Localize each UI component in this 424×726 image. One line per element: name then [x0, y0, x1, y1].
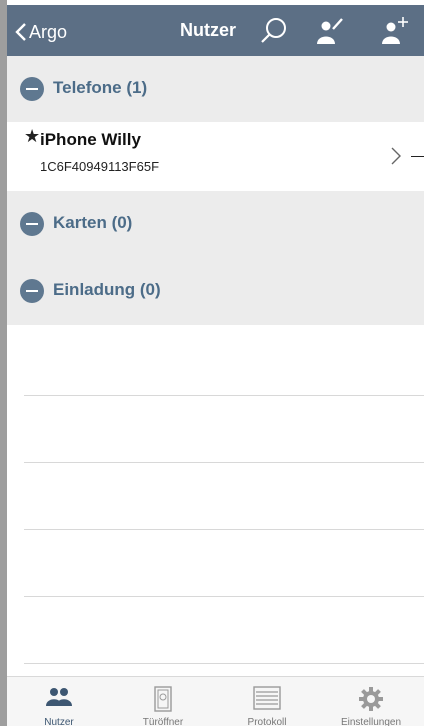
collapse-minus-icon[interactable]: [20, 212, 44, 236]
list-separator: [24, 395, 424, 396]
tab-tueroeffner[interactable]: Türöffner: [111, 677, 215, 726]
chevron-left-icon: [15, 22, 27, 42]
page-title: Nutzer: [180, 20, 237, 40]
users-icon: [45, 686, 73, 708]
list-icon: [253, 686, 281, 710]
section-title: Karten (0): [53, 213, 133, 232]
tab-einstellungen[interactable]: Einstellungen: [319, 677, 423, 726]
tab-nutzer[interactable]: Nutzer: [7, 677, 111, 726]
section-header-karten: Karten (0): [7, 191, 424, 258]
tab-label: Nutzer: [44, 717, 74, 726]
list-separator: [24, 596, 424, 597]
phone-list-item[interactable]: ★ iPhone Willy 1C6F40949113F65F: [7, 122, 424, 191]
collapse-minus-icon[interactable]: [20, 279, 44, 303]
phone-name: iPhone Willy: [40, 130, 141, 149]
add-user-icon[interactable]: [379, 15, 411, 47]
search-icon[interactable]: [258, 15, 290, 47]
back-button[interactable]: Argo: [15, 19, 67, 45]
row-divider-dash: [411, 156, 424, 157]
list-separator: [24, 529, 424, 530]
gear-icon: [358, 686, 384, 712]
list-separator: [24, 663, 424, 664]
left-edge: [0, 0, 7, 726]
star-icon: ★: [24, 126, 41, 146]
list-separator: [24, 462, 424, 463]
section-header-einladung: Einladung (0): [7, 258, 424, 325]
door-icon: [153, 686, 173, 712]
section-header-telefone: Telefone (1): [7, 56, 424, 123]
tab-protokoll[interactable]: Protokoll: [215, 677, 319, 726]
edit-user-icon[interactable]: [313, 15, 345, 47]
tab-label: Türöffner: [142, 717, 184, 726]
app-screen: Argo Nutzer Telefone (1) ★ iPhone Willy …: [0, 0, 424, 726]
section-title: Einladung (0): [53, 280, 161, 299]
phone-id: 1C6F40949113F65F: [40, 159, 160, 174]
navigation-bar: Argo Nutzer: [7, 5, 424, 58]
tab-bar: Nutzer Türöffner Protokoll Einstellungen: [7, 676, 424, 726]
tab-label: Protokoll: [247, 717, 287, 726]
collapse-minus-icon[interactable]: [20, 77, 44, 101]
tab-label: Einstellungen: [340, 717, 402, 726]
back-label: Argo: [29, 21, 68, 42]
chevron-right-icon: [390, 145, 402, 167]
section-title: Telefone (1): [53, 78, 148, 97]
